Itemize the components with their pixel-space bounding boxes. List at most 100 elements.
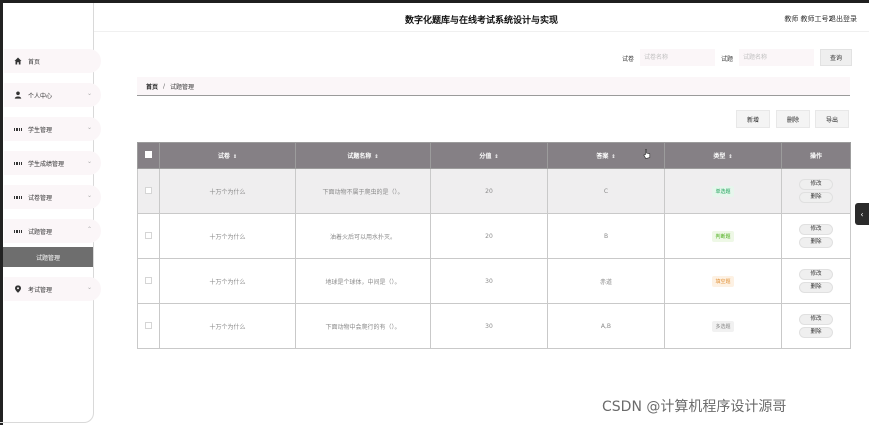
cell-question: 油着火后可以用水扑灭。: [295, 213, 431, 259]
sidebar-item-label: 学生成绩管理: [28, 160, 65, 168]
cell-actions: 修改 删除: [781, 258, 851, 304]
sort-icon: ⇕: [728, 154, 733, 160]
row-checkbox[interactable]: [145, 186, 152, 194]
row-select-cell: [137, 258, 160, 304]
sidebar-item-label: 个人中心: [28, 92, 53, 100]
row-checkbox[interactable]: [145, 231, 152, 239]
type-badge: 单选题: [712, 185, 734, 197]
cell-type: 判断题: [664, 213, 782, 259]
table-row: 十万个为什么 地球是个球体，中间是（）。 30 赤道 填空题 修改 删除: [137, 258, 851, 304]
table-header-row: 试卷 ⇕ 试题名称 ⇕ 分值 ⇕ 答案 ⇕ 类型 ⇕ 操作: [137, 142, 851, 169]
cell-paper: 十万个为什么: [159, 213, 296, 259]
chevron-down-icon: ⌄: [86, 158, 92, 165]
cell-question: 下面动物中会爬行的有（）。: [295, 303, 431, 349]
column-header-score[interactable]: 分值 ⇕: [430, 142, 548, 169]
sidebar-item-label: 首页: [28, 58, 41, 66]
cell-actions: 修改 删除: [781, 213, 851, 259]
sort-icon: ⇕: [232, 154, 238, 160]
cell-paper: 十万个为什么: [159, 258, 296, 304]
breadcrumb-separator: /: [163, 82, 166, 90]
home-icon: [14, 57, 22, 65]
cell-score: 30: [430, 303, 548, 349]
sort-icon: ⇕: [611, 154, 616, 160]
breadcrumb-home[interactable]: 首页: [146, 82, 158, 91]
sidebar-subitem-question-management[interactable]: 试题管理: [3, 247, 93, 267]
page-title: 数字化题库与在线考试系统设计与实现: [404, 16, 558, 26]
chevron-down-icon: ⌄: [86, 192, 92, 199]
delete-button[interactable]: 删除: [799, 237, 833, 248]
select-all-cell: [137, 142, 160, 169]
grid-icon: [14, 125, 22, 133]
location-icon: [14, 285, 22, 293]
edit-button[interactable]: 修改: [799, 179, 833, 190]
sidebar-item-student-scores[interactable]: 学生成绩管理 ⌄: [4, 151, 101, 175]
current-user: 教师 教师工号2: [784, 15, 833, 23]
sidebar-item-papers[interactable]: 试卷管理 ⌄: [4, 185, 101, 209]
table-row: 十万个为什么 下面动物中会爬行的有（）。 30 A,B 多选题 修改 删除: [137, 303, 851, 349]
batch-delete-button[interactable]: 删除: [776, 110, 810, 128]
search-button[interactable]: 查询: [820, 49, 852, 66]
chevron-down-icon: ⌄: [86, 124, 92, 131]
grid-icon: [14, 193, 22, 201]
chevron-down-icon: ⌄: [86, 284, 92, 291]
question-search-input[interactable]: [739, 49, 814, 66]
table-row: 十万个为什么 下面动物不属于爬虫的是（）。 20 C 单选题 修改 删除: [137, 168, 851, 214]
type-badge: 判断题: [712, 230, 734, 242]
sidebar-item-home[interactable]: 首页: [4, 49, 101, 73]
sidebar-item-label: 试卷管理: [28, 194, 53, 202]
delete-button[interactable]: 删除: [799, 192, 833, 203]
column-header-type[interactable]: 类型 ⇕: [664, 142, 782, 169]
cell-answer: A,B: [547, 303, 665, 349]
sidebar-item-label: 试题管理: [28, 228, 53, 236]
header: 数字化题库与在线考试系统设计与实现 教师 教师工号2 退出登录: [94, 3, 869, 31]
export-button[interactable]: 导出: [815, 110, 849, 128]
collapse-panel-button[interactable]: ‹: [855, 203, 869, 225]
row-select-cell: [137, 303, 160, 349]
chevron-up-icon: ⌃: [86, 226, 92, 233]
cell-score: 20: [430, 213, 548, 259]
sort-icon: ⇕: [374, 154, 379, 160]
breadcrumb-current: 试题管理: [170, 83, 195, 91]
cell-score: 30: [430, 258, 548, 304]
cell-answer: 赤道: [547, 258, 665, 304]
chevron-down-icon: ⌄: [86, 90, 92, 97]
user-icon: [14, 91, 22, 99]
column-header-question[interactable]: 试题名称 ⇕: [295, 142, 431, 169]
sort-icon: ⇕: [494, 154, 499, 160]
cell-actions: 修改 删除: [781, 303, 851, 349]
select-all-checkbox[interactable]: [145, 151, 152, 158]
column-header-paper[interactable]: 试卷 ⇕: [159, 142, 296, 169]
sidebar-item-students[interactable]: 学生管理 ⌄: [4, 117, 101, 141]
cell-type: 填空题: [664, 258, 782, 304]
edit-button[interactable]: 修改: [799, 269, 833, 280]
sidebar-item-exams[interactable]: 考试管理 ⌄: [4, 277, 101, 301]
grid-icon: [14, 159, 22, 167]
cell-actions: 修改 删除: [781, 168, 851, 214]
sidebar-item-profile[interactable]: 个人中心 ⌄: [4, 83, 101, 107]
delete-button[interactable]: 删除: [799, 327, 833, 338]
question-table: 试卷 ⇕ 试题名称 ⇕ 分值 ⇕ 答案 ⇕ 类型 ⇕ 操作 十万个为什么 下面动物不属于爬…: [137, 142, 851, 349]
sidebar-nav: 首页 个人中心 ⌄ 学生管理 ⌄ 学生成绩管理 ⌄ 试卷管理 ⌄ 试题管理 ⌃ …: [4, 49, 101, 311]
delete-button[interactable]: 删除: [799, 282, 833, 293]
row-checkbox[interactable]: [145, 276, 152, 284]
sidebar-item-questions[interactable]: 试题管理 ⌃: [4, 219, 101, 243]
row-checkbox[interactable]: [145, 321, 152, 329]
grid-icon: [14, 227, 22, 235]
cell-paper: 十万个为什么: [159, 303, 296, 349]
breadcrumb: 首页 / 试题管理: [137, 77, 850, 96]
column-header-actions: 操作: [781, 142, 851, 169]
logout-link[interactable]: 退出登录: [829, 14, 857, 24]
cell-question: 下面动物不属于爬虫的是（）。: [295, 168, 431, 214]
add-button[interactable]: 新增: [736, 110, 770, 128]
table-row: 十万个为什么 油着火后可以用水扑灭。 20 B 判断题 修改 删除: [137, 213, 851, 259]
paper-search-input[interactable]: [640, 49, 715, 66]
type-badge: 多选题: [712, 320, 734, 332]
edit-button[interactable]: 修改: [799, 224, 833, 235]
watermark: CSDN @计算机程序设计源哥: [602, 399, 787, 415]
cell-type: 多选题: [664, 303, 782, 349]
paper-search-label: 试卷: [622, 56, 635, 63]
cell-score: 20: [430, 168, 548, 214]
edit-button[interactable]: 修改: [799, 314, 833, 325]
type-badge: 填空题: [712, 275, 734, 287]
sidebar-item-label: 考试管理: [28, 286, 53, 294]
